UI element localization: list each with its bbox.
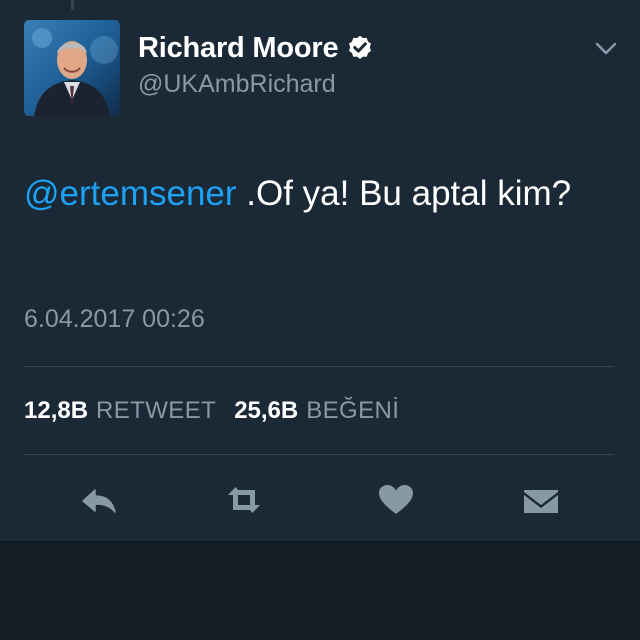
chevron-down-icon[interactable] [592, 38, 620, 60]
display-name[interactable]: Richard Moore [138, 32, 339, 65]
envelope-icon [524, 490, 558, 513]
heart-icon [379, 485, 413, 514]
retweet-label[interactable]: RETWEET [96, 397, 216, 425]
avatar-photo [24, 20, 120, 116]
user-handle[interactable]: @UKAmbRichard [138, 70, 336, 99]
divider [24, 454, 614, 455]
divider [24, 366, 614, 367]
like-label[interactable]: BEĞENİ [306, 397, 399, 425]
retweet-button[interactable] [222, 480, 266, 520]
like-count[interactable]: 25,6B [234, 397, 298, 425]
retweet-count[interactable]: 12,8B [24, 397, 88, 425]
mention-link[interactable]: @ertemsener [24, 174, 237, 213]
tweet-body: .Of ya! Bu aptal kim? [236, 174, 572, 213]
direct-message-button[interactable] [519, 480, 563, 520]
tweet-timestamp: 6.04.2017 00:26 [24, 305, 205, 333]
like-button[interactable] [374, 480, 418, 520]
user-name-row[interactable]: Richard Moore [138, 30, 374, 66]
reply-button[interactable] [77, 480, 121, 520]
tweet-text: @ertemsener .Of ya! Bu aptal kim? [24, 164, 624, 224]
bottom-bar [0, 541, 640, 640]
reply-icon [82, 489, 116, 513]
retweet-icon [228, 487, 260, 513]
thread-connector-line [71, 0, 74, 10]
tweet-stats: 12,8B RETWEET 25,6B BEĞENİ [24, 394, 399, 428]
verified-badge-icon [346, 34, 374, 62]
tweet-actions-bar [0, 470, 640, 530]
avatar[interactable] [24, 20, 120, 116]
